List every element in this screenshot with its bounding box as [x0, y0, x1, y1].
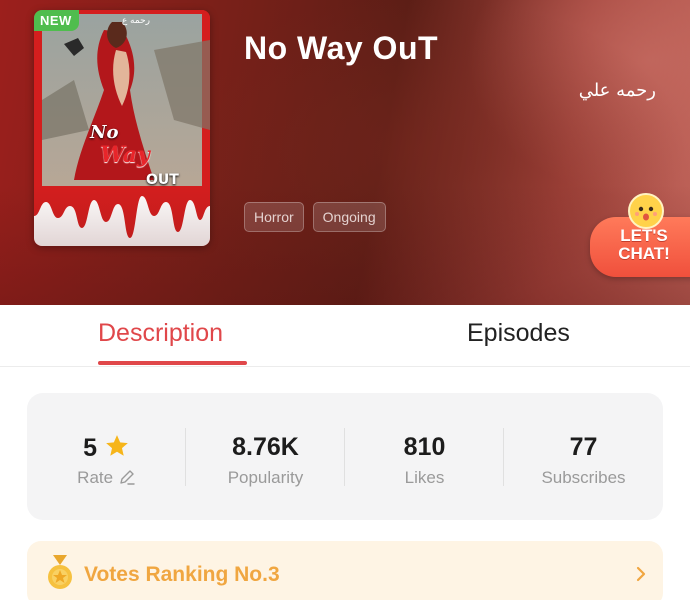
pencil-icon[interactable]: [118, 468, 136, 486]
new-badge: NEW: [34, 10, 79, 31]
chat-label-line-2: CHAT!: [618, 244, 670, 263]
chat-label: LET'S CHAT!: [604, 227, 684, 263]
stat-rate-value-row: 5: [27, 433, 186, 463]
cover-art: [34, 10, 210, 246]
cover-author-text: رحمه ع: [121, 16, 150, 26]
stat-popularity-label: Popularity: [227, 468, 304, 487]
stat-rate-label: Rate: [77, 468, 114, 487]
stat-likes-label: Likes: [404, 468, 445, 487]
cover-title-line-1: No: [90, 122, 119, 143]
stat-subscribes-value: 77: [569, 433, 598, 461]
stat-popularity-value: 8.76K: [232, 433, 299, 461]
stats-card: 5 Rate 8.76K Popularity 810 Likes 77 Sub…: [27, 393, 663, 520]
tag-ongoing[interactable]: Ongoing: [312, 202, 386, 232]
tab-description[interactable]: Description: [98, 319, 223, 348]
medal-icon: [48, 555, 72, 589]
stat-rate-value: 5: [83, 434, 97, 462]
book-cover[interactable]: رحمه ع No Way OUT: [34, 10, 210, 246]
cover-title-line-2: Way: [100, 142, 150, 168]
tab-episodes[interactable]: Episodes: [467, 319, 570, 348]
stat-rate-label-row: Rate: [27, 468, 186, 488]
tab-bar: Description Episodes: [0, 305, 690, 367]
book-author[interactable]: رحمه علي: [579, 80, 656, 101]
chat-label-line-1: LET'S: [620, 226, 668, 245]
stat-subscribes: 77 Subscribes: [504, 393, 663, 520]
stat-likes-value: 810: [403, 433, 446, 461]
stat-likes: 810 Likes: [345, 393, 504, 520]
votes-ranking-banner[interactable]: Votes Ranking No.3: [27, 541, 663, 600]
stat-subscribes-label: Subscribes: [541, 468, 626, 487]
chevron-right-icon: [636, 566, 646, 582]
book-header: رحمه ع No Way OUT NEW No Way OuT رحمه عل…: [0, 0, 690, 305]
cover-title-line-3: OUT: [146, 172, 179, 188]
stat-popularity: 8.76K Popularity: [186, 393, 345, 520]
tag-horror[interactable]: Horror: [244, 202, 304, 232]
stat-rate[interactable]: 5 Rate: [27, 393, 186, 520]
tab-active-indicator: [98, 361, 247, 365]
star-icon: [106, 435, 128, 456]
votes-ranking-text: Votes Ranking No.3: [84, 563, 280, 586]
tag-list: Horror Ongoing: [244, 202, 386, 232]
chat-mascot-icon: [628, 193, 664, 229]
book-title: No Way OuT: [244, 30, 439, 66]
lets-chat-button[interactable]: LET'S CHAT!: [590, 193, 690, 279]
